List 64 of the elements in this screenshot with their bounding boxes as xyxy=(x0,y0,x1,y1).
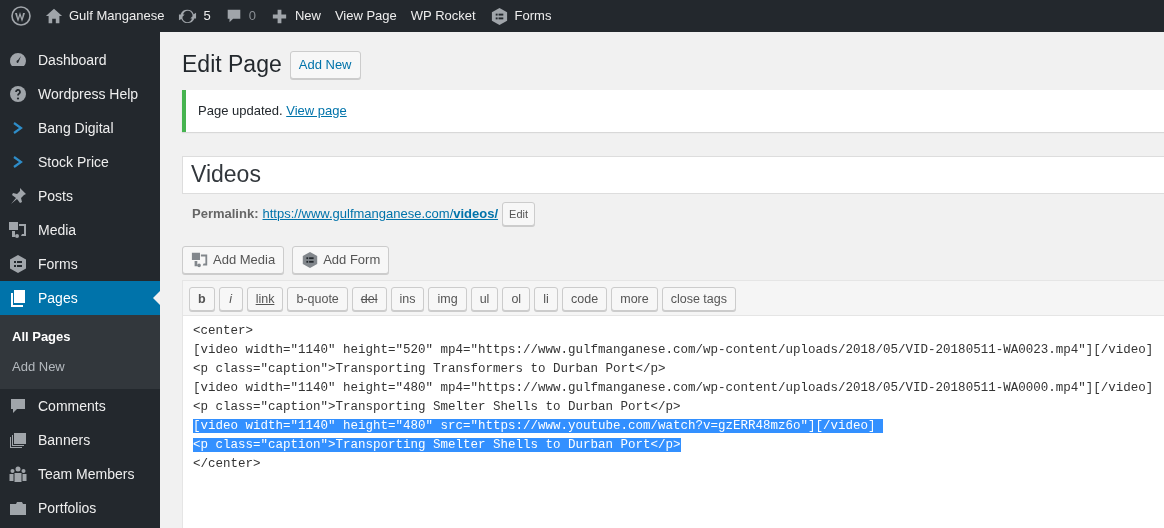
code-line: </center> xyxy=(193,456,261,471)
code-line: <p class="caption">Transporting Smelter Shells to Durban Port</p> xyxy=(193,399,681,414)
hexagon-icon xyxy=(489,6,509,26)
sidebar-item[interactable]: Comments xyxy=(0,389,160,423)
images-icon xyxy=(8,430,28,450)
admin-bar-link[interactable]: WP Rocket xyxy=(410,6,476,26)
toolbar-button[interactable]: link xyxy=(246,286,284,311)
permalink-label: Permalink: xyxy=(192,204,259,223)
people-icon xyxy=(8,464,28,484)
sidebar-item[interactable]: Wordpress Help xyxy=(0,77,160,111)
add-new-button[interactable]: Add New xyxy=(289,51,361,79)
submenu-item[interactable]: Add New xyxy=(0,351,160,381)
sidebar-item[interactable]: Forms xyxy=(0,247,160,281)
home-icon xyxy=(45,7,63,25)
toolbar-button[interactable]: code xyxy=(562,286,608,311)
toolbar-button[interactable]: ol xyxy=(502,286,531,311)
sidebar-item[interactable]: Dashboard xyxy=(0,43,160,77)
edit-button[interactable]: Edit xyxy=(502,201,535,226)
pin-icon xyxy=(8,186,28,206)
admin-bar-link[interactable]: New xyxy=(294,6,321,26)
update-count[interactable]: 5 xyxy=(203,6,211,26)
media-button[interactable]: Add Media xyxy=(182,245,285,274)
media-icon xyxy=(191,250,209,269)
toolbar-button[interactable]: ul xyxy=(470,286,499,311)
toolbar-button[interactable]: ins xyxy=(390,286,425,311)
permalink-link[interactable]: https://www.gulfmanganese.com/videos/ xyxy=(262,203,499,224)
media-icon xyxy=(8,220,28,240)
admin-bar-link[interactable]: View Page xyxy=(334,6,397,26)
submenu-item[interactable]: All Pages xyxy=(0,322,160,352)
media-button[interactable]: Add Form xyxy=(292,245,390,274)
sidebar-item[interactable]: Media xyxy=(0,213,160,247)
toolbar-button[interactable]: more xyxy=(611,286,658,311)
page-heading: Edit Page xyxy=(182,51,282,79)
hexagon-icon xyxy=(301,250,320,269)
comment-icon xyxy=(8,396,28,416)
sidebar-item[interactable]: Portfolios xyxy=(0,491,160,525)
sidebar-item[interactable]: Stock Price xyxy=(0,145,160,179)
sidebar-item[interactable]: Pages xyxy=(0,281,160,315)
code-editor[interactable] xyxy=(182,314,1164,528)
sidebar-item[interactable]: Bang Digital xyxy=(0,111,160,145)
help-icon xyxy=(8,84,28,104)
toolbar-button[interactable]: b xyxy=(189,286,215,311)
sidebar-item[interactable]: Posts xyxy=(0,179,160,213)
toolbar-button[interactable]: li xyxy=(534,286,559,311)
site-name-link[interactable]: Gulf Manganese xyxy=(69,6,165,26)
code-line: <center> xyxy=(193,323,253,338)
wordpress-logo-icon xyxy=(11,6,31,26)
comment-count[interactable]: 0 xyxy=(248,6,256,26)
view-page-link[interactable]: View page xyxy=(286,103,347,118)
sidebar-item[interactable]: Team Members xyxy=(0,457,160,491)
toolbar-button[interactable]: i xyxy=(218,286,243,311)
pages-icon xyxy=(8,288,28,308)
toolbar-button[interactable]: close tags xyxy=(661,286,736,311)
code-line: <p class="caption">Transporting Transformers to Durban Port</p> xyxy=(193,361,666,376)
toolbar-button[interactable]: b-quote xyxy=(287,286,348,311)
toolbar-button[interactable]: del xyxy=(351,286,387,311)
hexagon-icon xyxy=(8,254,28,274)
notice-text: Page updated. xyxy=(198,103,284,118)
admin-bar-link[interactable]: Forms xyxy=(514,6,552,26)
title-field[interactable]: Videos xyxy=(182,155,1164,194)
code-line: [video width="1140" height="520" mp4="https://www.gulfmanganese.com/wp-content/uploads/2018/05/VID-20180511-WA0023.mp4"][/video] xyxy=(193,342,1154,357)
toolbar-button[interactable]: img xyxy=(428,286,467,311)
code-line: [video width="1140" height="480" mp4="https://www.gulfmanganese.com/wp-content/uploads/2018/05/VID-20180511-WA0000.mp4"][/video] xyxy=(193,380,1154,395)
sidebar-item[interactable]: Banners xyxy=(0,423,160,457)
